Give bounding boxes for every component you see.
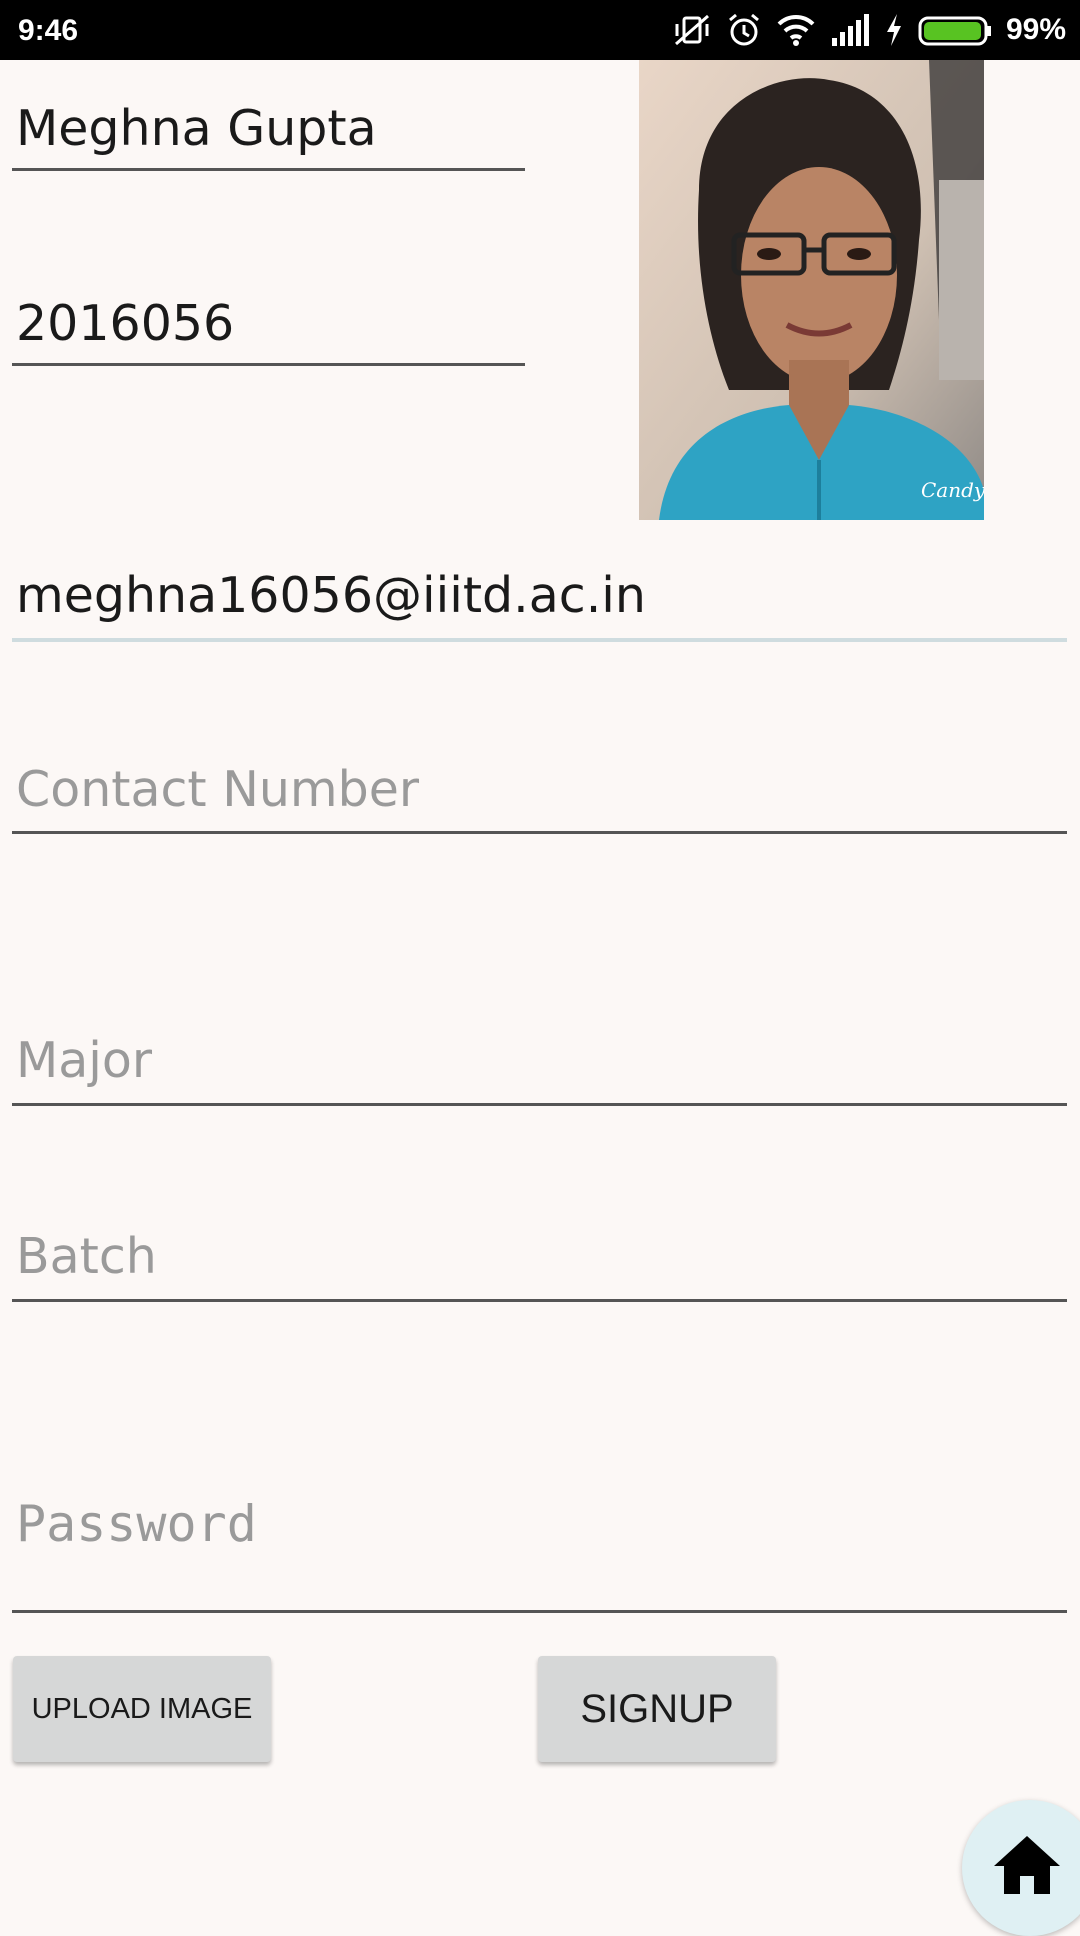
- home-icon: [994, 1836, 1060, 1894]
- photo-watermark: Candy: [921, 478, 984, 502]
- profile-photo: Candy: [639, 60, 984, 520]
- signup-button[interactable]: SIGNUP: [538, 1656, 776, 1762]
- name-field[interactable]: Meghna Gupta: [12, 95, 525, 171]
- roll-number-field[interactable]: 2016056: [12, 290, 525, 366]
- battery-percent: 99%: [1005, 13, 1066, 46]
- status-time: 9:46: [18, 14, 79, 47]
- vibrate-off-icon: [674, 14, 709, 46]
- signal-icon: [831, 14, 869, 46]
- batch-field[interactable]: Batch: [12, 1223, 1067, 1302]
- status-icons: 99%: [672, 10, 1066, 50]
- upload-image-button[interactable]: UPLOAD IMAGE: [13, 1656, 271, 1762]
- alarm-icon: [728, 13, 759, 46]
- battery-icon: [918, 16, 991, 46]
- roll-number-field-value: 2016056: [16, 295, 235, 352]
- batch-placeholder: Batch: [16, 1228, 157, 1285]
- upload-image-button-label: UPLOAD IMAGE: [31, 1692, 253, 1725]
- signup-button-label: SIGNUP: [580, 1686, 734, 1731]
- wifi-icon: [777, 14, 815, 46]
- contact-number-field[interactable]: Contact Number: [12, 758, 1067, 834]
- major-field[interactable]: Major: [12, 1027, 1067, 1106]
- major-placeholder: Major: [16, 1032, 153, 1089]
- password-field[interactable]: Password: [12, 1490, 1067, 1613]
- email-field[interactable]: meghna16056@iiitd.ac.in: [12, 560, 1067, 642]
- contact-number-placeholder: Contact Number: [16, 761, 420, 818]
- password-placeholder: Password: [16, 1495, 257, 1553]
- home-fab-button[interactable]: [962, 1800, 1080, 1936]
- email-field-value: meghna16056@iiitd.ac.in: [16, 567, 646, 624]
- name-field-value: Meghna Gupta: [16, 100, 377, 157]
- status-bar: 9:46 99%: [0, 0, 1080, 60]
- charging-icon: [886, 14, 901, 46]
